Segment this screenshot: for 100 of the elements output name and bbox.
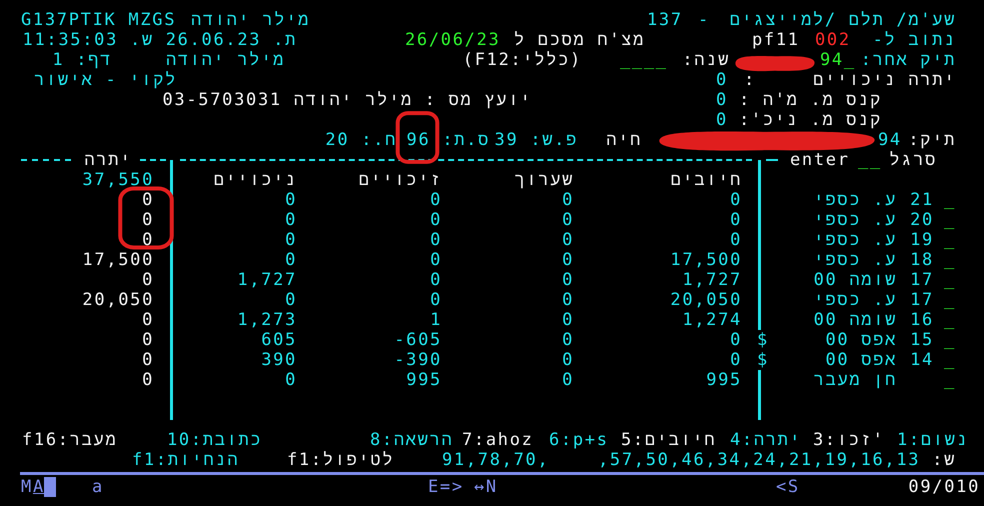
field-label: קנס מ. ניכ': <box>739 110 882 130</box>
hint-text: f1:הנחיות <box>132 450 240 470</box>
total-balance: 37,550 <box>82 170 154 190</box>
table-cell: 20,050 <box>82 290 154 310</box>
table-cell: 0 <box>285 370 297 390</box>
function-key-hint: 7:ahoz <box>462 430 534 450</box>
input-field[interactable]: _ <box>944 310 956 330</box>
account-name: שומה 00 <box>814 310 897 330</box>
account-name: ע. כספי <box>814 290 897 310</box>
input-field[interactable]: __ <box>858 150 882 170</box>
hint-text: 91,78,70, <box>442 450 550 470</box>
client-name: מילר יהודה <box>190 10 310 30</box>
cursor-block <box>44 477 56 497</box>
hint-text: ש: <box>932 450 956 470</box>
table-cell: 0 <box>142 190 154 210</box>
info-text: פ.ש: 39 <box>494 130 578 150</box>
table-cell: 0 <box>142 230 154 250</box>
field-label: תיק אחר: <box>860 50 956 70</box>
table-cell: 0 <box>730 190 742 210</box>
table-cell: 0 <box>730 230 742 250</box>
table-cell: 0 <box>430 190 442 210</box>
function-key-hint: f16:מעבר <box>22 430 118 450</box>
account-name: ע. כספי <box>814 210 897 230</box>
info-text: ס.ת: 96 <box>406 130 490 150</box>
table-cell: 0 <box>562 270 574 290</box>
table-cell: 0 <box>142 370 154 390</box>
input-field[interactable]: _ <box>944 330 956 350</box>
input-field[interactable]: _ <box>944 210 956 230</box>
input-field[interactable]: _ <box>944 290 956 310</box>
column-header: ניכויים <box>214 170 297 190</box>
key-label: pf11 <box>752 30 800 50</box>
account-number: 21 <box>910 190 934 210</box>
account-name: אפס 00 <box>825 330 897 350</box>
file-number: 94_ <box>820 50 856 70</box>
table-cell: 995 <box>406 370 442 390</box>
table-cell: 0 <box>142 350 154 370</box>
account-number: 14 <box>910 350 934 370</box>
table-cell: 1 <box>430 310 442 330</box>
hint-text: (כללי:F12) <box>462 50 582 70</box>
function-key-hint: 8:הרשאה <box>370 430 454 450</box>
value-text: 0 <box>716 70 728 90</box>
screen-number: 137 <box>647 10 683 30</box>
input-field[interactable]: _ <box>944 370 956 390</box>
column-header: זיכויים <box>358 170 442 190</box>
table-cell: 0 <box>562 350 574 370</box>
table-cell: 17,500 <box>670 250 742 270</box>
table-cell: 1,727 <box>237 270 297 290</box>
advisor-text: יועץ מס : מילר יהודה 03-5703031 <box>162 90 532 110</box>
table-cell: 0 <box>562 370 574 390</box>
table-cell: 0 <box>285 230 297 250</box>
input-field[interactable]: ____ <box>620 50 668 70</box>
input-field[interactable]: _ <box>944 250 956 270</box>
hint-text: ,57,50,46,34,24,21,19,16,13 <box>598 450 920 470</box>
route-label: נתוב ל- <box>872 30 956 50</box>
direction-indicator: ↔N <box>474 477 498 497</box>
currency-mark: $ <box>757 350 769 370</box>
table-cell: 0 <box>430 250 442 270</box>
input-field[interactable]: _ <box>944 350 956 370</box>
screen-title: שע'מ/ תלם /למייצגים <box>730 10 956 30</box>
function-key-hint: 6:p+s <box>549 430 609 450</box>
input-field[interactable]: _ <box>944 190 956 210</box>
table-cell: 0 <box>430 290 442 310</box>
page-number: דף: 1 <box>52 50 112 70</box>
account-name: אפס 00 <box>825 350 897 370</box>
account-number: 17 <box>910 270 934 290</box>
input-field[interactable]: _ <box>944 270 956 290</box>
command-text: enter <box>790 150 850 170</box>
table-cell: 0 <box>430 230 442 250</box>
field-indicator: a <box>92 477 104 497</box>
field-label: סרגל <box>889 150 937 170</box>
status-text: לקוי - אישור <box>34 70 177 90</box>
account-number: 19 <box>910 230 934 250</box>
input-field[interactable]: _ <box>944 230 956 250</box>
table-cell: 0 <box>562 310 574 330</box>
function-key-hint: 1:נשום <box>897 430 968 450</box>
mode-indicator: MA <box>21 477 45 497</box>
table-cell: -390 <box>394 350 442 370</box>
account-number: 16 <box>910 310 934 330</box>
account-number: 17 <box>910 290 934 310</box>
info-text: ח.: 20 <box>325 130 397 150</box>
table-cell: 1,273 <box>237 310 297 330</box>
table-cell: 995 <box>706 370 742 390</box>
table-cell: 0 <box>430 270 442 290</box>
separator-text: : <box>744 70 756 90</box>
function-key-hint: 5:חיובים <box>621 430 716 450</box>
table-cell: 0 <box>562 230 574 250</box>
column-header: יתרה <box>84 150 132 170</box>
account-number: 18 <box>910 250 934 270</box>
field-label: קנס מ. מ'ה : <box>738 90 882 110</box>
date-time: ת. 26.06.23 ש. 11:35:03 <box>22 30 297 50</box>
table-cell: 1,274 <box>682 310 742 330</box>
table-cell: 0 <box>285 190 297 210</box>
client-name: מילר יהודה <box>166 50 285 70</box>
account-number: 20 <box>910 210 934 230</box>
table-cell: 0 <box>142 210 154 230</box>
account-number: 15 <box>910 330 934 350</box>
column-header: חיובים <box>670 170 742 190</box>
table-cell: 17,500 <box>82 250 154 270</box>
field-label: יתרה ניכויים <box>813 70 956 90</box>
separator-text: - <box>698 10 710 30</box>
